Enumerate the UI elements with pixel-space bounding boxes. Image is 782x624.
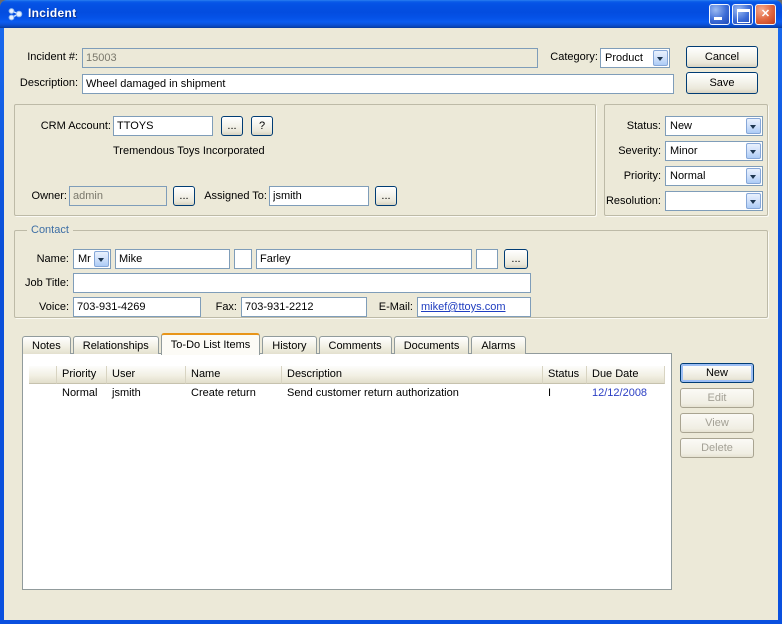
tab-strip: Notes Relationships To-Do List Items His…: [22, 333, 528, 354]
email-label: E-Mail:: [373, 300, 413, 314]
severity-select[interactable]: Minor: [665, 141, 763, 161]
incident-number-label: Incident #:: [10, 50, 78, 64]
new-button[interactable]: New: [680, 363, 754, 383]
assigned-to-browse-button[interactable]: ...: [375, 186, 397, 206]
maximize-icon[interactable]: [732, 4, 753, 25]
edit-button: Edit: [680, 388, 754, 408]
tab-documents[interactable]: Documents: [394, 336, 470, 354]
job-title-field[interactable]: [73, 273, 531, 293]
column-header-blank[interactable]: [29, 366, 57, 384]
status-value: New: [670, 120, 744, 132]
category-value: Product: [605, 52, 651, 64]
owner-label: Owner:: [23, 189, 67, 203]
chevron-down-icon: [746, 168, 761, 184]
middle-initial-field[interactable]: [234, 249, 252, 269]
voice-label: Voice:: [29, 300, 69, 314]
fax-field[interactable]: [241, 297, 367, 317]
severity-label: Severity:: [605, 144, 661, 158]
status-label: Status:: [605, 119, 661, 133]
contact-name-label: Name:: [29, 252, 69, 266]
cell-name: Create return: [186, 386, 282, 402]
status-group: Status: New Severity: Minor Priority: No…: [604, 104, 768, 216]
priority-value: Normal: [670, 170, 744, 182]
cell-priority: Normal: [57, 386, 107, 402]
description-label: Description:: [10, 76, 78, 90]
priority-select[interactable]: Normal: [665, 166, 763, 186]
cell-user: jsmith: [107, 386, 186, 402]
description-field[interactable]: [82, 74, 674, 94]
chevron-down-icon: [746, 143, 761, 159]
job-title-label: Job Title:: [21, 276, 69, 290]
window-controls: ✕: [709, 4, 776, 25]
tab-comments[interactable]: Comments: [319, 336, 392, 354]
crm-account-field[interactable]: [113, 116, 213, 136]
salutation-select[interactable]: Mr: [73, 249, 111, 269]
crm-account-group: CRM Account: ... ? Tremendous Toys Incor…: [14, 104, 596, 216]
tab-history[interactable]: History: [262, 336, 316, 354]
cell-due-date: 12/12/2008: [587, 386, 665, 402]
suffix-field[interactable]: [476, 249, 498, 269]
tab-relationships[interactable]: Relationships: [73, 336, 159, 354]
voice-field[interactable]: [73, 297, 201, 317]
cell-status: I: [543, 386, 587, 402]
email-link[interactable]: mikef@ttoys.com: [421, 301, 506, 313]
chevron-down-icon: [746, 193, 761, 209]
crm-account-help-button[interactable]: ?: [251, 116, 273, 136]
close-icon[interactable]: ✕: [755, 4, 776, 25]
owner-browse-button[interactable]: ...: [173, 186, 195, 206]
column-header-priority[interactable]: Priority: [57, 366, 107, 384]
view-button: View: [680, 413, 754, 433]
fax-label: Fax:: [211, 300, 237, 314]
cell-description: Send customer return authorization: [282, 386, 543, 402]
crm-account-browse-button[interactable]: ...: [221, 116, 243, 136]
column-header-user[interactable]: User: [107, 366, 186, 384]
column-header-due-date[interactable]: Due Date: [587, 366, 665, 384]
priority-label: Priority:: [605, 169, 661, 183]
incident-number-field: [82, 48, 538, 68]
todo-list-panel: Priority User Name Description Status Du…: [22, 353, 672, 590]
tab-todo-list-items[interactable]: To-Do List Items: [161, 333, 260, 355]
column-header-description[interactable]: Description: [282, 366, 543, 384]
email-field[interactable]: mikef@ttoys.com: [417, 297, 531, 317]
table-row[interactable]: Normal jsmith Create return Send custome…: [29, 386, 665, 402]
chevron-down-icon: [94, 251, 109, 267]
category-select[interactable]: Product: [600, 48, 670, 68]
contact-browse-button[interactable]: ...: [504, 249, 528, 269]
incident-window: Incident ✕ Incident #: Category: Product…: [0, 0, 782, 624]
column-header-name[interactable]: Name: [186, 366, 282, 384]
owner-field: [69, 186, 167, 206]
category-label: Category:: [540, 50, 598, 64]
save-button[interactable]: Save: [686, 72, 758, 94]
crm-account-display-name: Tremendous Toys Incorporated: [113, 145, 265, 157]
chevron-down-icon: [746, 118, 761, 134]
chevron-down-icon: [653, 50, 668, 66]
minimize-icon[interactable]: [709, 4, 730, 25]
salutation-value: Mr: [78, 253, 92, 265]
column-header-status[interactable]: Status: [543, 366, 587, 384]
first-name-field[interactable]: [115, 249, 230, 269]
dialog-body: Incident #: Category: Product Cancel Des…: [4, 28, 778, 620]
contact-group: Contact Name: Mr ... Job Title: Voice: F…: [14, 230, 768, 318]
status-select[interactable]: New: [665, 116, 763, 136]
delete-button: Delete: [680, 438, 754, 458]
cancel-button[interactable]: Cancel: [686, 46, 758, 68]
resolution-label: Resolution:: [605, 194, 661, 208]
window-title: Incident: [28, 6, 76, 20]
molecule-icon: [7, 6, 23, 22]
todo-table-header: Priority User Name Description Status Du…: [29, 366, 665, 384]
last-name-field[interactable]: [256, 249, 472, 269]
assigned-to-label: Assigned To:: [201, 189, 267, 203]
resolution-select[interactable]: [665, 191, 763, 211]
tab-notes[interactable]: Notes: [22, 336, 71, 354]
contact-group-title: Contact: [27, 224, 73, 236]
tab-alarms[interactable]: Alarms: [471, 336, 525, 354]
severity-value: Minor: [670, 145, 744, 157]
crm-account-label: CRM Account:: [23, 119, 111, 133]
assigned-to-field[interactable]: [269, 186, 369, 206]
title-bar[interactable]: Incident ✕: [0, 0, 782, 28]
